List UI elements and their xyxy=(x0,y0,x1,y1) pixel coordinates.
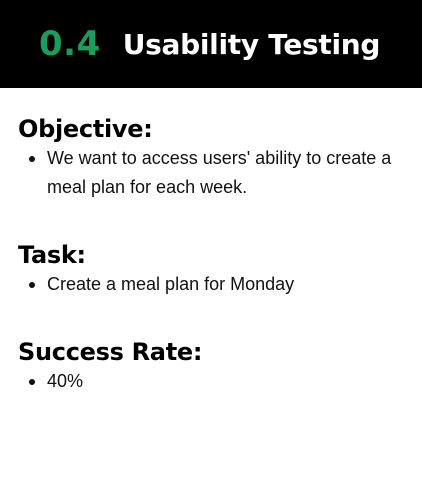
task-text: Create a meal plan for Monday xyxy=(47,274,295,294)
section-number: 0.4 xyxy=(39,24,101,64)
slide-header: 0.4 Usability Testing xyxy=(0,0,422,88)
slide-content: Objective: We want to access users' abil… xyxy=(0,114,422,396)
list-item: 40% xyxy=(18,367,404,396)
success-rate-value: 40% xyxy=(47,371,84,391)
task-section: Task: Create a meal plan for Monday xyxy=(18,240,404,299)
bullet-icon xyxy=(29,156,35,162)
list-item: Create a meal plan for Monday xyxy=(18,270,404,299)
objective-text: We want to access users' ability to crea… xyxy=(47,148,392,197)
bullet-icon xyxy=(29,379,35,385)
objective-heading: Objective: xyxy=(18,115,153,143)
success-rate-section: Success Rate: 40% xyxy=(18,337,404,396)
objective-list: We want to access users' ability to crea… xyxy=(18,144,404,202)
section-title: Usability Testing xyxy=(122,27,381,61)
success-rate-list: 40% xyxy=(18,367,404,396)
task-heading: Task: xyxy=(18,241,86,269)
list-item: We want to access users' ability to crea… xyxy=(18,144,404,202)
bullet-icon xyxy=(29,282,35,288)
task-list: Create a meal plan for Monday xyxy=(18,270,404,299)
success-rate-heading: Success Rate: xyxy=(18,338,203,366)
objective-section: Objective: We want to access users' abil… xyxy=(18,114,404,202)
